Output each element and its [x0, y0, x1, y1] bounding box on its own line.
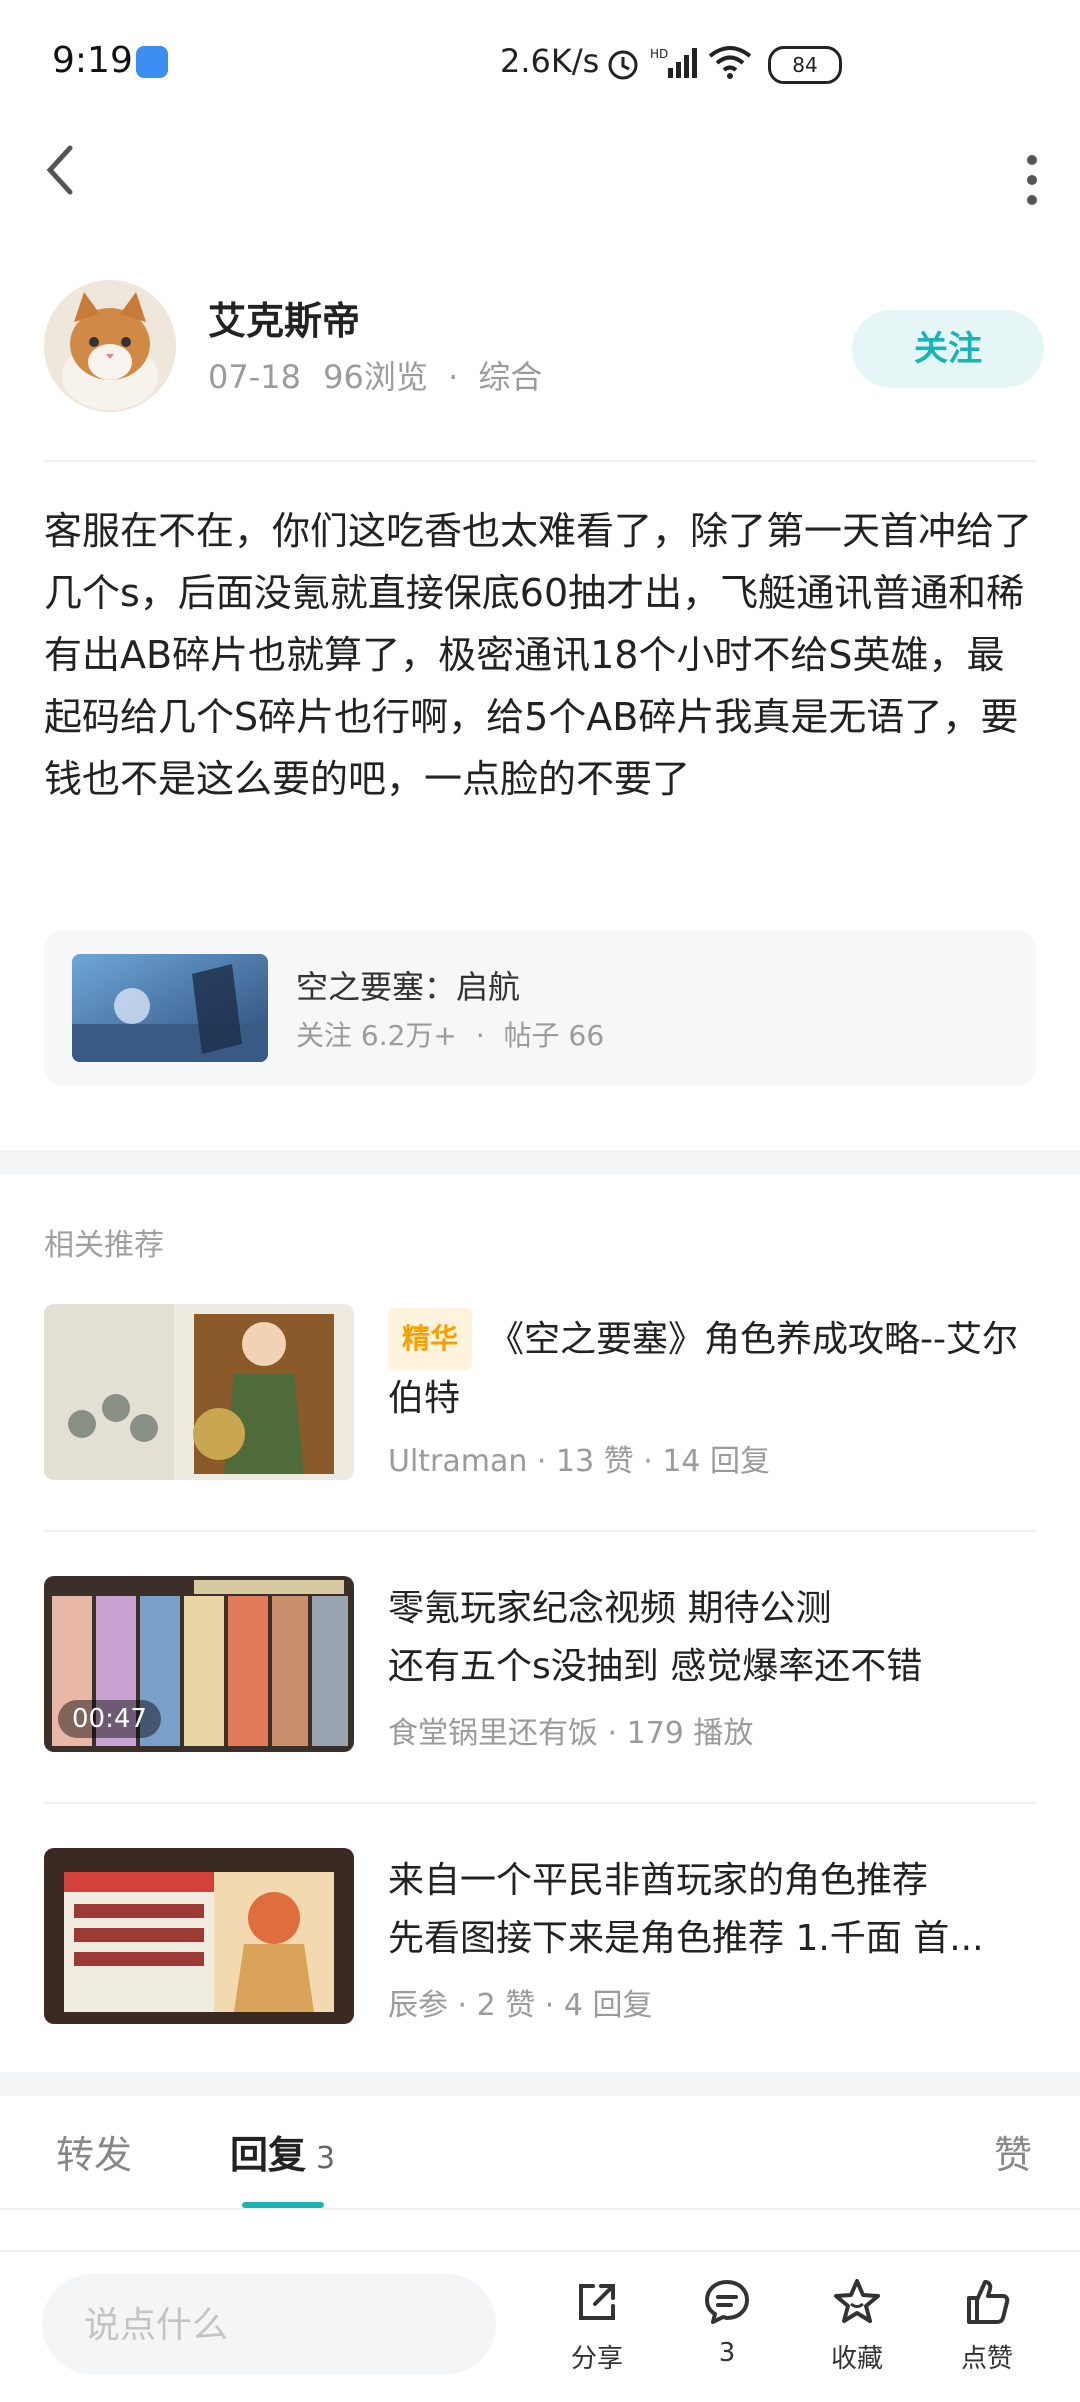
- divider: [44, 1530, 1036, 1532]
- rec-title: 来自一个平民非酋玩家的角色推荐 先看图接下来是角色推荐 1.千面 首...: [388, 1860, 984, 1959]
- post-content: 客服在不在，你们这吃香也太难看了，除了第一天首冲给了几个s，后面没氪就直接保底6…: [44, 509, 1033, 801]
- follow-button[interactable]: 关注: [852, 310, 1044, 388]
- list-item[interactable]: 精华 《空之要塞》角色养成攻略--艾尔伯特 Ultraman · 13 赞 · 1…: [44, 1304, 1036, 1504]
- comment-input[interactable]: [82, 2274, 466, 2376]
- game-meta: 关注 6.2万+ · 帖子 66: [296, 1019, 605, 1052]
- list-item[interactable]: 00:47 零氪玩家纪念视频 期待公测 还有五个s没抽到 感觉爆率还不错 食堂锅…: [44, 1576, 1036, 1776]
- rec-title: 零氪玩家纪念视频 期待公测 还有五个s没抽到 感觉爆率还不错: [388, 1588, 923, 1687]
- related-heading: 相关推荐: [44, 1228, 164, 1263]
- divider: [44, 460, 1036, 462]
- rec-thumbnail: [44, 1304, 354, 1480]
- video-duration: 00:47: [58, 1700, 161, 1738]
- author-name[interactable]: 艾克斯帝: [208, 290, 360, 345]
- back-arrow-icon[interactable]: [40, 142, 80, 198]
- svg-text:HD: HD: [650, 47, 668, 61]
- more-options-icon[interactable]: [1012, 150, 1052, 210]
- game-posts: 帖子 66: [503, 1019, 605, 1052]
- section-separator: [0, 2072, 1080, 2096]
- tab-repost[interactable]: 转发: [56, 2124, 132, 2179]
- like-button[interactable]: 点赞: [942, 2276, 1032, 2375]
- post-meta: 07-18 96浏览 · 综合: [208, 358, 543, 396]
- game-card[interactable]: 空之要塞：启航 关注 6.2万+ · 帖子 66: [44, 930, 1036, 1086]
- comment-button[interactable]: 3: [682, 2276, 772, 2368]
- rec-meta: Ultraman · 13 赞 · 14 回复: [388, 1444, 771, 1479]
- rec-thumbnail: [44, 1848, 354, 2024]
- game-title: 空之要塞：启航: [296, 968, 521, 1006]
- comment-tabs: 转发 回复 3 赞: [0, 2096, 1080, 2206]
- author-header: 艾克斯帝 07-18 96浏览 · 综合 关注: [44, 280, 1044, 420]
- share-label: 分享: [570, 2344, 623, 2374]
- post-category: 综合: [478, 358, 543, 396]
- alarm-icon: [608, 50, 638, 80]
- list-item[interactable]: 来自一个平民非酋玩家的角色推荐 先看图接下来是角色推荐 1.千面 首... 辰参…: [44, 1848, 1036, 2048]
- game-followers: 关注 6.2万+: [296, 1019, 457, 1052]
- post-views: 96浏览: [323, 358, 428, 396]
- favorite-button[interactable]: 收藏: [812, 2276, 902, 2375]
- comment-input-container[interactable]: [42, 2274, 496, 2376]
- like-label: 点赞: [960, 2344, 1013, 2374]
- app-notification-icon: [136, 46, 168, 78]
- tab-reply[interactable]: 回复 3: [230, 2124, 335, 2179]
- wifi-icon: [708, 46, 752, 79]
- status-time: 9:19: [52, 40, 133, 81]
- comment-icon: [705, 2280, 749, 2324]
- reply-count: 3: [316, 2141, 336, 2176]
- net-speed: 2.6K/s: [500, 42, 600, 80]
- avatar[interactable]: [44, 280, 176, 412]
- share-button[interactable]: 分享: [552, 2276, 642, 2375]
- bottom-action-bar: 分享 3 收藏 点赞: [0, 2250, 1080, 2402]
- rec-title: 精华 《空之要塞》角色养成攻略--艾尔伯特: [388, 1308, 1038, 1428]
- section-separator: [0, 1150, 1080, 1174]
- star-icon: [834, 2279, 880, 2323]
- share-icon: [579, 2284, 615, 2320]
- comment-count: 3: [718, 2338, 736, 2368]
- rec-meta: 食堂锅里还有饭 · 179 播放: [388, 1716, 754, 1751]
- battery-indicator: 84: [768, 46, 842, 84]
- divider: [44, 1802, 1036, 1804]
- thumbs-up-icon: [967, 2280, 1010, 2324]
- rec-meta: 辰参 · 2 赞 · 4 回复: [388, 1988, 653, 2023]
- status-bar: 9:19 2.6K/s HD 84: [0, 0, 1080, 128]
- game-thumbnail: [72, 954, 268, 1062]
- video-thumbnail: 00:47: [44, 1576, 354, 1752]
- tab-like[interactable]: 赞: [994, 2124, 1032, 2179]
- favorite-label: 收藏: [830, 2344, 883, 2374]
- divider: [0, 2208, 1080, 2210]
- featured-badge: 精华: [388, 1308, 473, 1370]
- signal-icon: HD: [650, 47, 697, 78]
- post-date: 07-18: [208, 358, 301, 396]
